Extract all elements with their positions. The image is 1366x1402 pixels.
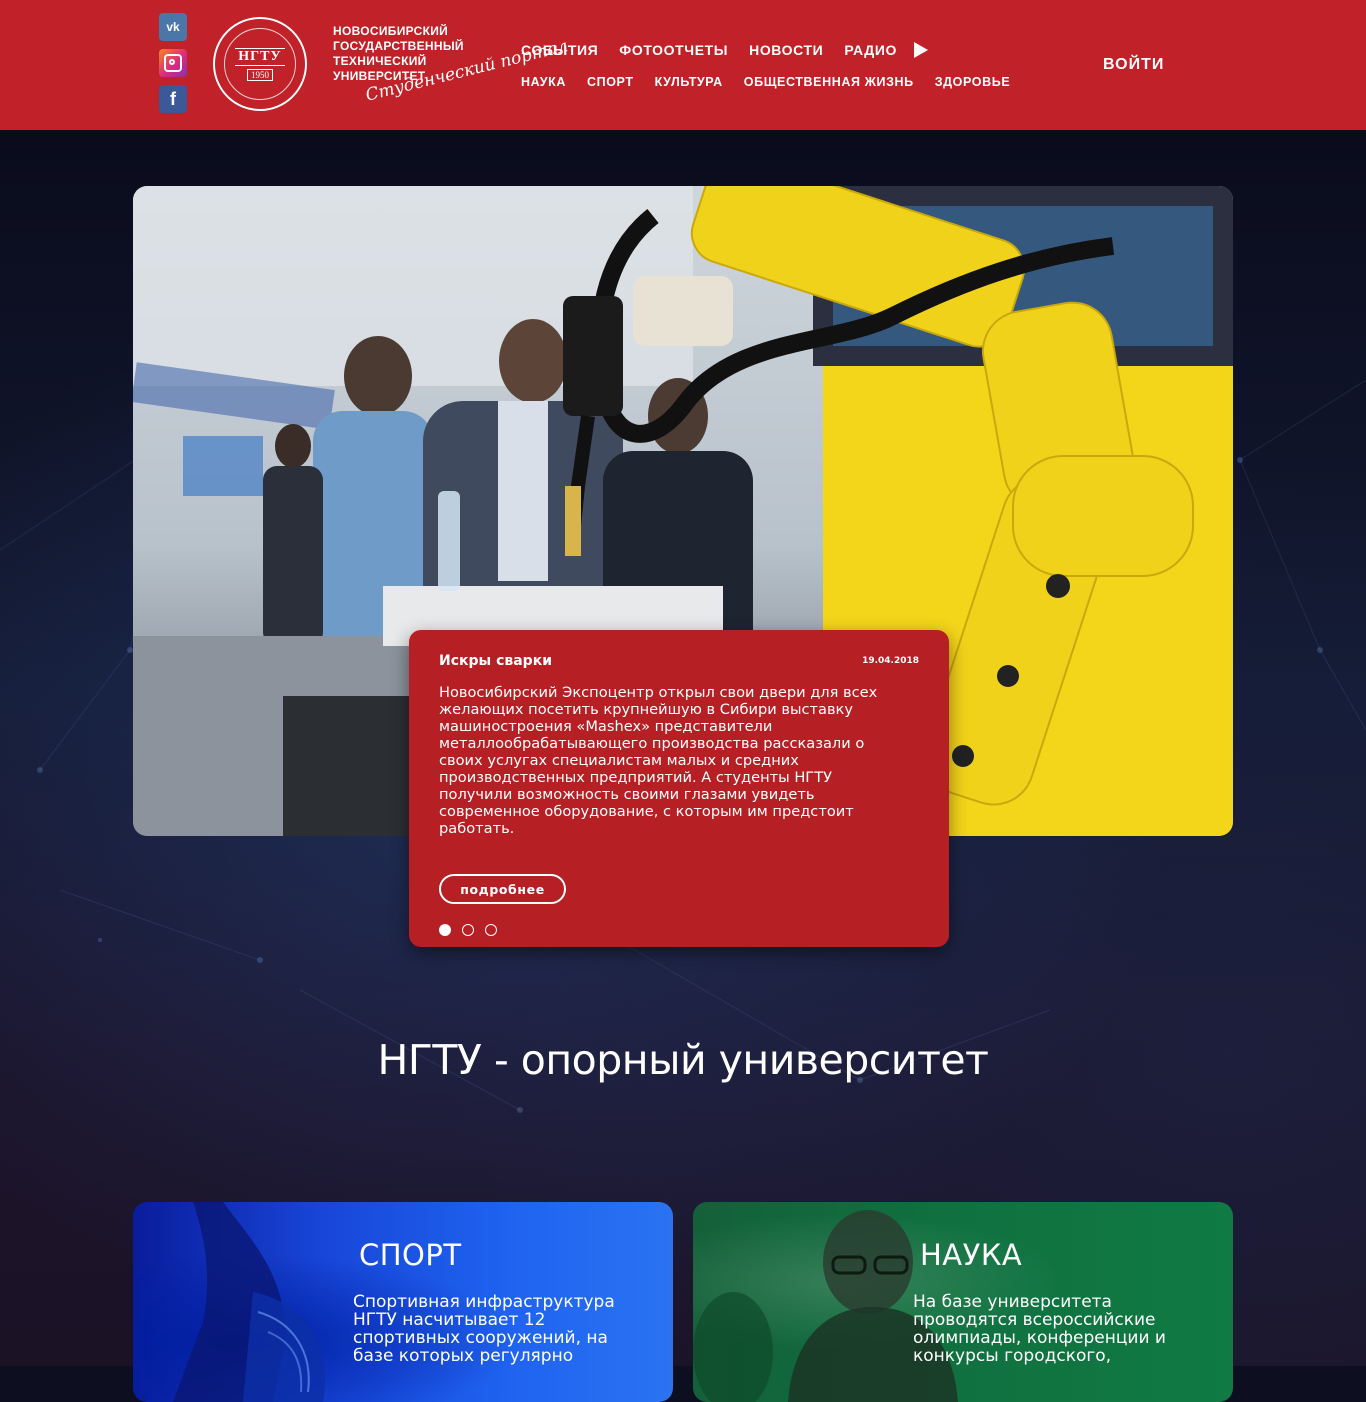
instagram-icon[interactable] <box>159 49 187 77</box>
nav-health[interactable]: ЗДОРОВЬЕ <box>935 75 1011 89</box>
emblem-year: 1950 <box>247 68 273 81</box>
site-header: vk f НГТУ 1950 НОВОСИБИРСКИЙ ГОСУДАРСТВЕ… <box>0 0 1366 130</box>
sport-card-title: СПОРТ <box>359 1238 462 1272</box>
secondary-nav: НАУКА СПОРТ КУЛЬТУРА ОБЩЕСТВЕННАЯ ЖИЗНЬ … <box>521 75 1031 89</box>
slider-dot-3[interactable] <box>485 924 497 936</box>
slide-caption-card: Искры сварки 19.04.2018 Новосибирский Эк… <box>409 630 949 947</box>
sport-card-text: Спортивная инфраструктура НГТУ насчитыва… <box>353 1292 615 1366</box>
radio-play-icon[interactable] <box>914 42 929 58</box>
read-more-button[interactable]: подробнее <box>439 874 566 904</box>
nav-public-life[interactable]: ОБЩЕСТВЕННАЯ ЖИЗНЬ <box>744 75 914 89</box>
slider-pagination <box>439 924 508 936</box>
slider-dot-1[interactable] <box>439 924 451 936</box>
university-name-line: ГОСУДАРСТВЕННЫЙ <box>333 39 464 53</box>
science-card-text: На базе университета проводятся всеросси… <box>913 1292 1166 1366</box>
science-card-title: НАУКА <box>920 1238 1023 1272</box>
nav-sport[interactable]: СПОРТ <box>587 75 634 89</box>
instagram-glyph-icon <box>164 54 182 72</box>
science-card[interactable]: НАУКА На базе университета проводятся вс… <box>693 1202 1233 1402</box>
nav-culture[interactable]: КУЛЬТУРА <box>655 75 723 89</box>
section-title: НГТУ - опорный университет <box>377 1036 989 1084</box>
university-emblem-logo[interactable]: НГТУ 1950 <box>213 17 307 111</box>
nav-radio[interactable]: РАДИО <box>844 42 897 58</box>
university-name-line: НОВОСИБИРСКИЙ <box>333 24 449 38</box>
slider-dot-2[interactable] <box>462 924 474 936</box>
emblem-abbreviation: НГТУ <box>235 47 285 66</box>
primary-nav: СОБЫТИЯ ФОТООТЧЕТЫ НОВОСТИ РАДИО <box>521 42 929 58</box>
nav-photo-reports[interactable]: ФОТООТЧЕТЫ <box>619 42 728 58</box>
emblem-inner-ring: НГТУ 1950 <box>224 28 296 100</box>
slide-description: Новосибирский Экспоцентр открыл свои две… <box>439 684 878 837</box>
slide-date: 19.04.2018 <box>862 656 919 666</box>
sport-card[interactable]: СПОРТ Спортивная инфраструктура НГТУ нас… <box>133 1202 673 1402</box>
nav-science[interactable]: НАУКА <box>521 75 566 89</box>
nav-news[interactable]: НОВОСТИ <box>749 42 823 58</box>
facebook-icon[interactable]: f <box>159 85 187 113</box>
slide-title[interactable]: Искры сварки <box>439 653 552 669</box>
nav-events[interactable]: СОБЫТИЯ <box>521 42 598 58</box>
login-button[interactable]: ВОЙТИ <box>1103 56 1164 74</box>
vk-icon[interactable]: vk <box>159 13 187 41</box>
